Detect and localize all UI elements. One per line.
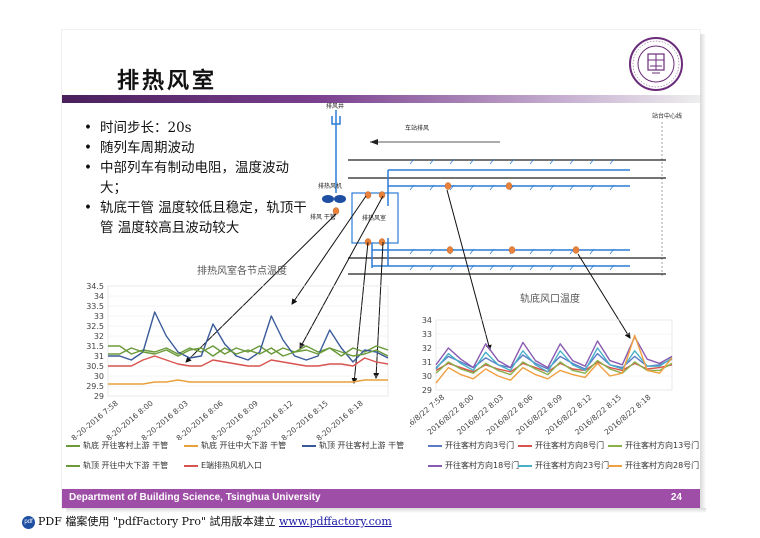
rail-bottom-vent-chart: 轨底风口温度 2930313233342016/8/22 7:582016/8/… — [410, 292, 673, 437]
y-tick-label: 29 — [422, 386, 432, 395]
legend-label: 开往客村方向13号门 — [625, 441, 700, 450]
pdffactory-link[interactable]: www.pdffactory.com — [279, 515, 392, 528]
y-tick-label: 32 — [94, 332, 104, 341]
pdf-notice-text: PDF 檔案使用 "pdfFactory Pro" 試用版本建立 — [38, 515, 276, 528]
legend-item: 轨顶 开往客村上游 干管 — [302, 440, 404, 451]
chart-title: 排热风室各节点温度 — [197, 264, 287, 277]
legend-item: 开往客村方向28号门 — [608, 460, 699, 471]
legend-swatch — [184, 464, 198, 467]
series-line — [108, 355, 389, 367]
legend-label: 轨顶 开往客村上游 干管 — [319, 441, 405, 450]
y-tick-label: 34.5 — [86, 282, 104, 291]
y-tick-label: 29 — [94, 392, 104, 401]
legend-swatch — [518, 464, 532, 467]
y-tick-label: 33.5 — [86, 302, 104, 311]
legend-item: 开往客村方向23号门 — [518, 460, 609, 471]
legend-label: 开往客村方向3号门 — [445, 441, 515, 450]
legend-item: 轨底 开往客村上游 干管 — [66, 440, 168, 451]
y-tick-label: 34 — [422, 316, 432, 325]
y-tick-label: 31 — [94, 352, 104, 361]
chart1-legend: 轨底 开往客村上游 干管 轨底 开往中大下游 干管 轨顶 开往客村上游 干管轨顶 开… — [66, 440, 406, 476]
pdf-notice: pdf PDF 檔案使用 "pdfFactory Pro" 試用版本建立 www.… — [22, 513, 392, 529]
legend-swatch — [608, 464, 622, 467]
legend-label: 轨顶 开往中大下游 干管 — [83, 461, 169, 470]
legend-label: 开往客村方向18号门 — [445, 461, 520, 470]
y-tick-label: 32.5 — [86, 322, 104, 331]
y-tick-label: 34 — [94, 292, 104, 301]
footer-bar: Department of Building Science, Tsinghua… — [62, 489, 700, 508]
chart2-legend: 开往客村方向3号门 开往客村方向8号门 开往客村方向13号门开往客村方向18号门 开往… — [428, 440, 699, 476]
legend-swatch — [302, 444, 316, 447]
legend-swatch — [184, 444, 198, 447]
y-tick-label: 30 — [422, 372, 432, 381]
legend-item: 开往客村方向13号门 — [608, 440, 699, 451]
legend-item: 开往客村方向18号门 — [428, 460, 519, 471]
y-tick-label: 33 — [422, 330, 432, 339]
y-tick-label: 30.5 — [86, 362, 104, 371]
legend-item: 轨顶 开往中大下游 干管 — [66, 460, 168, 471]
pdf-icon: pdf — [22, 515, 35, 529]
legend-swatch — [608, 444, 622, 447]
legend-item: 开往客村方向3号门 — [428, 440, 514, 451]
legend-label: 开往客村方向23号门 — [535, 461, 610, 470]
page-number: 24 — [670, 492, 682, 503]
y-tick-label: 32 — [422, 344, 432, 353]
legend-swatch — [518, 444, 532, 447]
series-line — [108, 379, 388, 385]
node-temperature-chart: 排热风室各节点温度 2929.53030.53131.53232.53333.5… — [70, 264, 389, 440]
legend-label: E端排热风机入口 — [201, 461, 263, 470]
chart-title: 轨底风口温度 — [520, 292, 580, 305]
legend-swatch — [66, 464, 80, 467]
y-tick-label: 30 — [94, 372, 104, 381]
legend-label: 轨底 开往中大下游 干管 — [201, 441, 287, 450]
legend-item: E端排热风机入口 — [184, 460, 262, 471]
series-line — [108, 311, 389, 363]
legend-item: 开往客村方向8号门 — [518, 440, 604, 451]
legend-item: 轨底 开往中大下游 干管 — [184, 440, 286, 451]
y-tick-label: 31.5 — [86, 342, 104, 351]
y-tick-label: 31 — [422, 358, 432, 367]
legend-swatch — [428, 444, 442, 447]
y-tick-label: 29.5 — [86, 382, 104, 391]
legend-swatch — [66, 444, 80, 447]
legend-label: 开往客村方向8号门 — [535, 441, 605, 450]
legend-label: 轨底 开往客村上游 干管 — [83, 441, 169, 450]
y-tick-label: 33 — [94, 312, 104, 321]
legend-label: 开往客村方向28号门 — [625, 461, 700, 470]
legend-swatch — [428, 464, 442, 467]
footer-department: Department of Building Science, Tsinghua… — [69, 492, 321, 503]
